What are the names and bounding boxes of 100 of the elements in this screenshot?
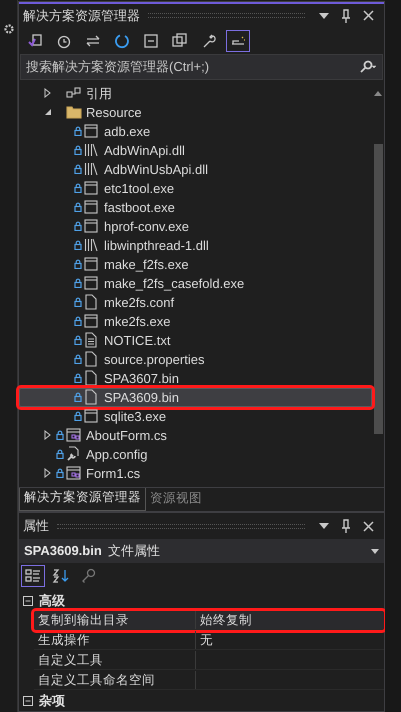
search-icon[interactable]	[359, 60, 377, 74]
tree-item[interactable]: SPA3607.bin	[19, 368, 372, 388]
tree-item[interactable]: make_f2fs_casefold.exe	[19, 274, 372, 292]
collapsed-caret-icon[interactable]	[44, 88, 52, 98]
file-icon	[84, 370, 98, 386]
expanded-caret-icon[interactable]	[44, 108, 52, 116]
tree-item[interactable]: AdbWinApi.dll	[19, 140, 372, 160]
lock-icon	[74, 392, 82, 402]
library-icon	[84, 161, 98, 177]
window-icon	[84, 256, 98, 272]
folder-icon	[66, 104, 82, 120]
library-icon	[84, 237, 98, 253]
tree-item[interactable]: Resource	[19, 102, 372, 122]
lock-icon	[56, 468, 64, 478]
lock-icon	[56, 430, 64, 440]
tree-item[interactable]: hprof-conv.exe	[19, 216, 372, 236]
key-icon	[80, 567, 98, 585]
lock-icon	[74, 202, 82, 212]
property-name: 复制到输出目录	[34, 611, 196, 629]
file-icon	[84, 351, 98, 367]
lock-icon	[74, 221, 82, 231]
lock-icon	[74, 335, 82, 345]
lock-icon	[74, 183, 82, 193]
category-label: 高级	[39, 592, 65, 610]
lock-icon	[74, 259, 82, 269]
solution-icon	[26, 32, 44, 50]
lock-icon	[74, 316, 82, 326]
file-icon	[84, 389, 98, 405]
panel-tab[interactable]: 资源视图	[146, 488, 206, 510]
dropdown-caret-icon[interactable]	[319, 12, 329, 18]
property-name: 生成操作	[34, 631, 196, 649]
file-icon	[84, 294, 98, 310]
close-icon[interactable]	[363, 10, 374, 21]
tree-item[interactable]: libwinpthread-1.dll	[19, 236, 372, 254]
window-icon	[84, 123, 98, 139]
window-icon	[84, 218, 98, 234]
tree-item[interactable]: AboutForm.cs	[19, 426, 372, 444]
dropdown-caret-icon[interactable]	[371, 548, 379, 554]
copy-icon	[171, 32, 189, 50]
panel-title: 属性	[23, 517, 49, 536]
close-icon[interactable]	[363, 520, 374, 532]
lock-icon	[74, 278, 82, 288]
property-row[interactable]: 生成操作 无	[34, 631, 384, 650]
lock-icon	[74, 411, 82, 421]
search-field[interactable]: 搜索解决方案资源管理器(Ctrl+;)	[26, 56, 359, 76]
collapsed-caret-icon[interactable]	[44, 430, 52, 440]
tree-item[interactable]: make_f2fs.exe	[19, 254, 372, 274]
property-value: 始终复制	[199, 612, 253, 629]
lock-icon	[56, 449, 64, 459]
window-icon	[84, 199, 98, 215]
toolbar-button[interactable]	[226, 30, 250, 52]
tree-item[interactable]: Form1.cs	[19, 464, 372, 482]
lock-icon	[74, 240, 82, 250]
tree-item[interactable]: 引用	[19, 84, 372, 102]
property-row[interactable]: 复制到输出目录 始终复制	[34, 611, 384, 630]
tree-item[interactable]: adb.exe	[19, 122, 372, 140]
window-icon	[84, 275, 98, 291]
panel-tab[interactable]: 解决方案资源管理器	[19, 488, 146, 510]
lock-icon	[74, 126, 82, 136]
form-icon	[66, 427, 82, 443]
tree-item[interactable]: etc1tool.exe	[19, 178, 372, 198]
toolbar-button[interactable]	[21, 565, 45, 587]
collapse-toggle-icon[interactable]	[23, 596, 33, 606]
category-label: 杂项	[39, 692, 65, 710]
property-row[interactable]: 自定义工具命名空间	[34, 671, 384, 690]
object-name: SPA3609.bin	[24, 542, 102, 560]
tree-item[interactable]: AdbWinUsbApi.dll	[19, 160, 372, 178]
property-row[interactable]: 自定义工具	[34, 651, 384, 670]
property-name: 自定义工具命名空间	[34, 671, 196, 689]
pin-icon[interactable]	[341, 8, 351, 22]
collapsed-caret-icon[interactable]	[44, 468, 52, 478]
window-icon	[84, 313, 98, 329]
tree-item[interactable]: NOTICE.txt	[19, 330, 372, 350]
window-icon	[84, 180, 98, 196]
pin-icon[interactable]	[341, 519, 351, 533]
tree-item[interactable]: fastboot.exe	[19, 198, 372, 216]
lock-icon	[74, 145, 82, 155]
tree-item[interactable]: sqlite3.exe	[19, 406, 372, 426]
lock-icon	[74, 373, 82, 383]
settings-icon[interactable]	[4, 24, 14, 34]
collapse-toggle-icon[interactable]	[23, 696, 33, 706]
lock-icon	[74, 354, 82, 364]
sort-az-icon	[52, 567, 70, 585]
tree-item[interactable]: source.properties	[19, 350, 372, 368]
dropdown-caret-icon[interactable]	[319, 523, 329, 529]
property-value: 无	[199, 632, 214, 649]
lock-icon	[74, 297, 82, 307]
text-file-icon	[84, 332, 98, 348]
object-selector[interactable]: SPA3609.bin 文件属性	[19, 539, 384, 563]
collapse-icon	[142, 32, 160, 50]
search-bar[interactable]: 搜索解决方案资源管理器(Ctrl+;)	[20, 54, 383, 80]
tree-item[interactable]: mke2fs.conf	[19, 292, 372, 312]
window-icon	[84, 408, 98, 424]
library-icon	[84, 142, 98, 158]
scroll-up-icon[interactable]	[374, 90, 382, 96]
property-name: 自定义工具	[34, 651, 196, 669]
tree-item[interactable]: App.config	[19, 444, 372, 464]
lock-icon	[74, 164, 82, 174]
object-type: 文件属性	[108, 542, 161, 560]
tree-item[interactable]: mke2fs.exe	[19, 312, 372, 330]
